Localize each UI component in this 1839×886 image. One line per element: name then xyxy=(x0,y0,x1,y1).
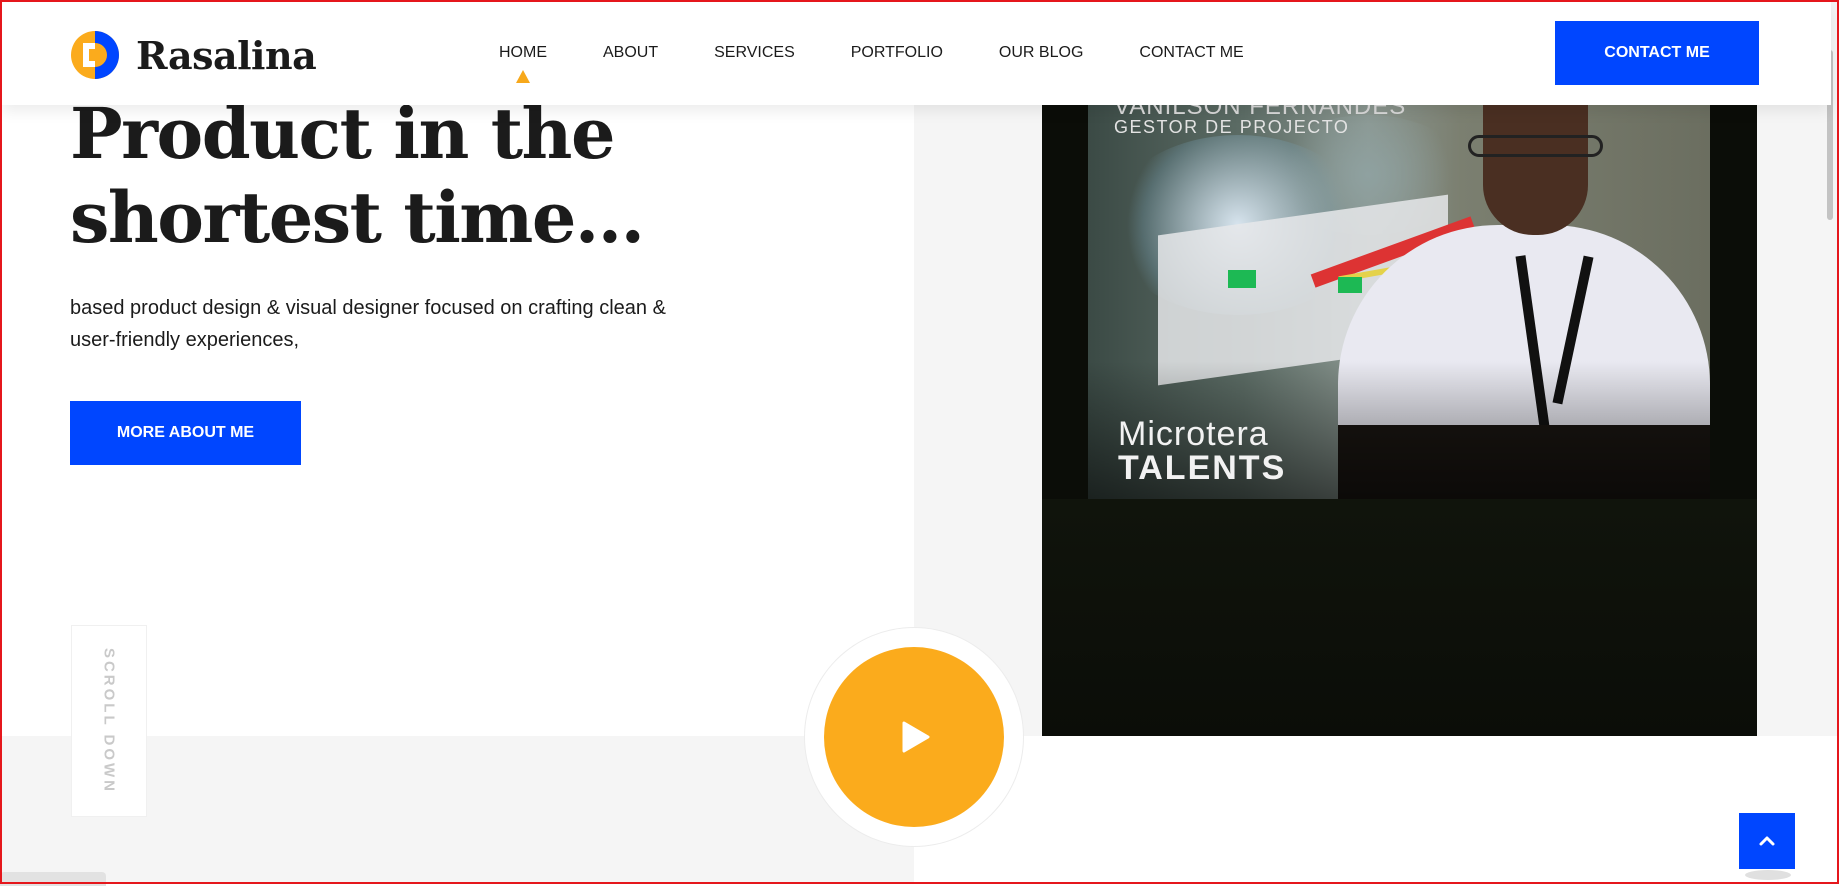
video-brand-line-2: TALENTS xyxy=(1118,449,1287,487)
back-to-top-button[interactable] xyxy=(1739,813,1795,869)
nav-item-home[interactable]: HOME xyxy=(499,44,547,83)
page-scrollbar[interactable] xyxy=(1825,0,1837,884)
section-bottom-band-right xyxy=(914,736,1839,884)
hero-title: Product in the shortest time... xyxy=(70,92,870,260)
video-thumbnail: VANILSON FERNANDES GESTOR DE PROJECTO Mi… xyxy=(1088,105,1710,499)
video-background xyxy=(1042,499,1757,736)
more-about-me-button[interactable]: MORE ABOUT ME xyxy=(70,401,301,465)
logo[interactable]: Rasalina xyxy=(70,30,317,80)
play-video-button[interactable] xyxy=(824,647,1004,827)
scroll-down-link[interactable]: SCROLL DOWN xyxy=(72,626,146,816)
chevron-up-icon xyxy=(1759,836,1775,846)
contact-me-button[interactable]: CONTACT ME xyxy=(1555,21,1759,85)
nav-item-services[interactable]: SERVICES xyxy=(714,44,795,62)
site-header: Rasalina HOME ABOUT SERVICES PORTFOLIO O… xyxy=(2,2,1831,105)
person-role: GESTOR DE PROJECTO xyxy=(1114,117,1350,137)
nav-item-portfolio[interactable]: PORTFOLIO xyxy=(851,44,943,62)
hero-description: based product design & visual designer f… xyxy=(70,297,666,351)
active-indicator-icon xyxy=(516,70,530,83)
back-to-top-shadow xyxy=(1745,870,1791,880)
hero-title-line-2: shortest time... xyxy=(70,176,645,259)
nav-item-about[interactable]: ABOUT xyxy=(603,44,658,62)
main-nav: HOME ABOUT SERVICES PORTFOLIO OUR BLOG C… xyxy=(499,44,1244,83)
play-icon xyxy=(902,721,930,753)
nav-item-our-blog[interactable]: OUR BLOG xyxy=(999,44,1083,62)
scroll-down-label: SCROLL DOWN xyxy=(100,647,118,795)
nav-item-contact-me[interactable]: CONTACT ME xyxy=(1139,44,1243,62)
rasalina-r-logo-icon xyxy=(70,30,120,80)
brand-name: Rasalina xyxy=(136,32,317,78)
video-panel[interactable]: VANILSON FERNANDES GESTOR DE PROJECTO Mi… xyxy=(1042,105,1757,736)
